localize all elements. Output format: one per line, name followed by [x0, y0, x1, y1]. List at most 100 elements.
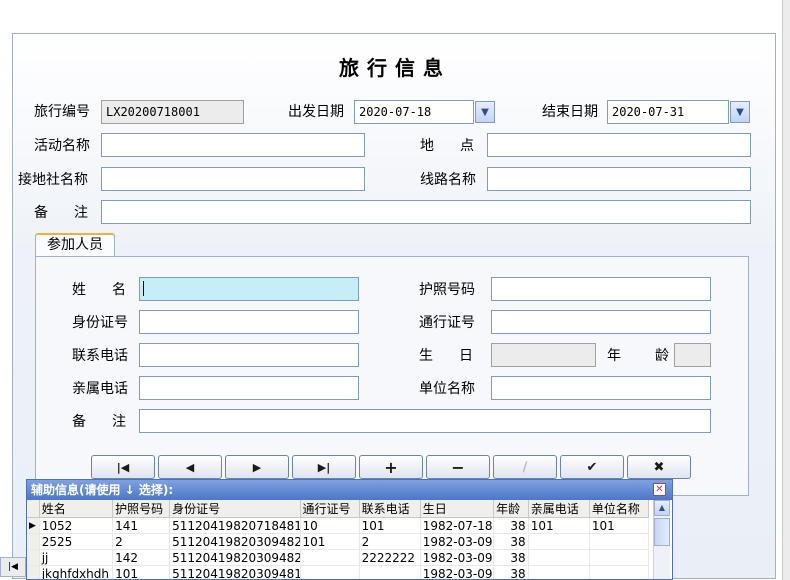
org-name-label: 单位名称: [419, 381, 475, 397]
current-row-indicator-icon: ▶: [27, 517, 40, 534]
end-date-dropdown-button[interactable]: ▼: [730, 101, 750, 123]
table-cell: 1982-03-09: [420, 565, 495, 579]
column-header[interactable]: 单位名称: [589, 500, 650, 518]
table-cell: 511204198207184815: [169, 517, 301, 534]
depart-date-label: 出发日期: [288, 104, 344, 120]
table-cell: [589, 565, 650, 579]
route-name-field[interactable]: [487, 167, 751, 191]
row-indicator: [27, 533, 40, 550]
popup-grid: 姓名 护照号码 身份证号 通行证号 联系电话 生日 年龄 亲属电话 单位名称 ▶…: [27, 500, 650, 579]
cancel-button[interactable]: ✖: [627, 455, 691, 479]
table-cell: 38: [493, 533, 529, 550]
chevron-down-icon: ▼: [481, 106, 489, 118]
edit-record-button[interactable]: ∕: [493, 455, 557, 479]
remark-label: 备 注: [34, 205, 94, 221]
next-record-button[interactable]: ▶: [225, 455, 289, 479]
depart-date-dropdown-button[interactable]: ▼: [475, 101, 495, 123]
chevron-down-icon: ▼: [736, 106, 744, 118]
delete-record-button[interactable]: −: [426, 455, 490, 479]
table-cell: 511204198203094829: [169, 549, 301, 566]
depart-date-field[interactable]: 2020-07-18: [354, 100, 474, 124]
table-cell: 38: [493, 565, 529, 579]
table-cell: 1982-03-09: [420, 549, 495, 566]
popup-scrollbar[interactable]: ▲: [653, 500, 670, 579]
column-header[interactable]: 生日: [420, 500, 495, 518]
prev-record-button[interactable]: ◀: [158, 455, 222, 479]
popup-title-bar: 辅助信息(请使用 ↓ 选择): ✕: [27, 480, 672, 500]
last-record-button[interactable]: ▶|: [292, 455, 356, 479]
end-date-label: 结束日期: [542, 104, 598, 120]
popup-close-button[interactable]: ✕: [653, 483, 666, 496]
relative-phone-field[interactable]: [139, 376, 359, 400]
table-cell: 1982-03-09: [420, 533, 495, 550]
table-cell: [589, 549, 650, 566]
activity-name-label: 活动名称: [34, 138, 90, 154]
table-cell: jkghfdxhdh: [39, 565, 114, 579]
table-cell: 10: [300, 517, 360, 534]
member-remark-field[interactable]: [139, 409, 711, 433]
row-indicator: [27, 565, 40, 579]
phone-field[interactable]: [139, 343, 359, 367]
confirm-button[interactable]: ✔: [560, 455, 624, 479]
table-cell: 2: [112, 533, 171, 550]
first-record-button[interactable]: |◀: [91, 455, 155, 479]
birth-field[interactable]: [491, 343, 596, 367]
column-header[interactable]: 联系电话: [359, 500, 421, 518]
vertical-scrollbar[interactable]: [782, 0, 790, 580]
location-field[interactable]: [487, 133, 751, 157]
remark-field[interactable]: [101, 200, 751, 224]
scroll-thumb[interactable]: [654, 518, 670, 546]
row-indicator-header: [27, 500, 40, 518]
table-cell: 2525: [39, 533, 114, 550]
agency-name-field[interactable]: [101, 167, 365, 191]
org-name-field[interactable]: [491, 376, 711, 400]
id-number-field[interactable]: [139, 310, 359, 334]
scroll-up-button[interactable]: ▲: [654, 500, 670, 516]
table-row[interactable]: jkghfdxhdh 101 511204198203094811 1982-0…: [27, 565, 650, 579]
phone-label: 联系电话: [72, 348, 128, 364]
table-cell: 2222222: [359, 549, 421, 566]
popup-header-row: 姓名 护照号码 身份证号 通行证号 联系电话 生日 年龄 亲属电话 单位名称: [27, 500, 650, 518]
table-cell: 1052: [39, 517, 114, 534]
table-row[interactable]: jj 142 511204198203094829 2222222 1982-0…: [27, 549, 650, 566]
column-header[interactable]: 亲属电话: [528, 500, 590, 518]
column-header[interactable]: 身份证号: [169, 500, 301, 518]
text-cursor: [143, 281, 144, 296]
table-cell: 101: [528, 517, 590, 534]
age-field[interactable]: [674, 343, 711, 367]
age-label: 年 龄: [607, 348, 679, 364]
table-cell: 101: [300, 533, 360, 550]
tab-participants[interactable]: 参加人员: [35, 233, 115, 257]
table-cell: [300, 565, 360, 579]
end-date-field[interactable]: 2020-07-31: [607, 100, 729, 124]
tab-participants-label: 参加人员: [47, 237, 103, 253]
table-cell: 101: [112, 565, 171, 579]
location-label: 地 点: [420, 138, 480, 154]
trip-no-label: 旅行编号: [34, 104, 90, 120]
horizontal-scroll-left-button[interactable]: |◀: [0, 557, 26, 577]
column-header[interactable]: 姓名: [39, 500, 114, 518]
route-name-label: 线路名称: [420, 172, 476, 188]
member-remark-label: 备 注: [72, 414, 132, 430]
permit-field[interactable]: [491, 310, 711, 334]
table-cell: [528, 549, 590, 566]
column-header[interactable]: 通行证号: [300, 500, 360, 518]
permit-label: 通行证号: [419, 315, 475, 331]
column-header[interactable]: 护照号码: [112, 500, 171, 518]
passport-field[interactable]: [491, 277, 711, 301]
member-name-field[interactable]: [139, 277, 359, 301]
birth-label: 生 日: [419, 348, 479, 364]
trip-no-field[interactable]: LX20200718001: [101, 100, 244, 124]
table-cell: 101: [359, 517, 421, 534]
scroll-left-icon: |◀: [8, 562, 18, 572]
column-header[interactable]: 年龄: [493, 500, 529, 518]
table-row[interactable]: 2525 2 511204198203094826 101 2 1982-03-…: [27, 533, 650, 550]
row-indicator: [27, 549, 40, 566]
table-cell: 511204198203094826: [169, 533, 301, 550]
table-row[interactable]: ▶ 1052 141 511204198207184815 10 101 198…: [27, 517, 650, 534]
activity-name-field[interactable]: [101, 133, 365, 157]
table-cell: 141: [112, 517, 171, 534]
passport-label: 护照号码: [419, 282, 475, 298]
add-record-button[interactable]: +: [359, 455, 423, 479]
id-number-label: 身份证号: [72, 315, 128, 331]
